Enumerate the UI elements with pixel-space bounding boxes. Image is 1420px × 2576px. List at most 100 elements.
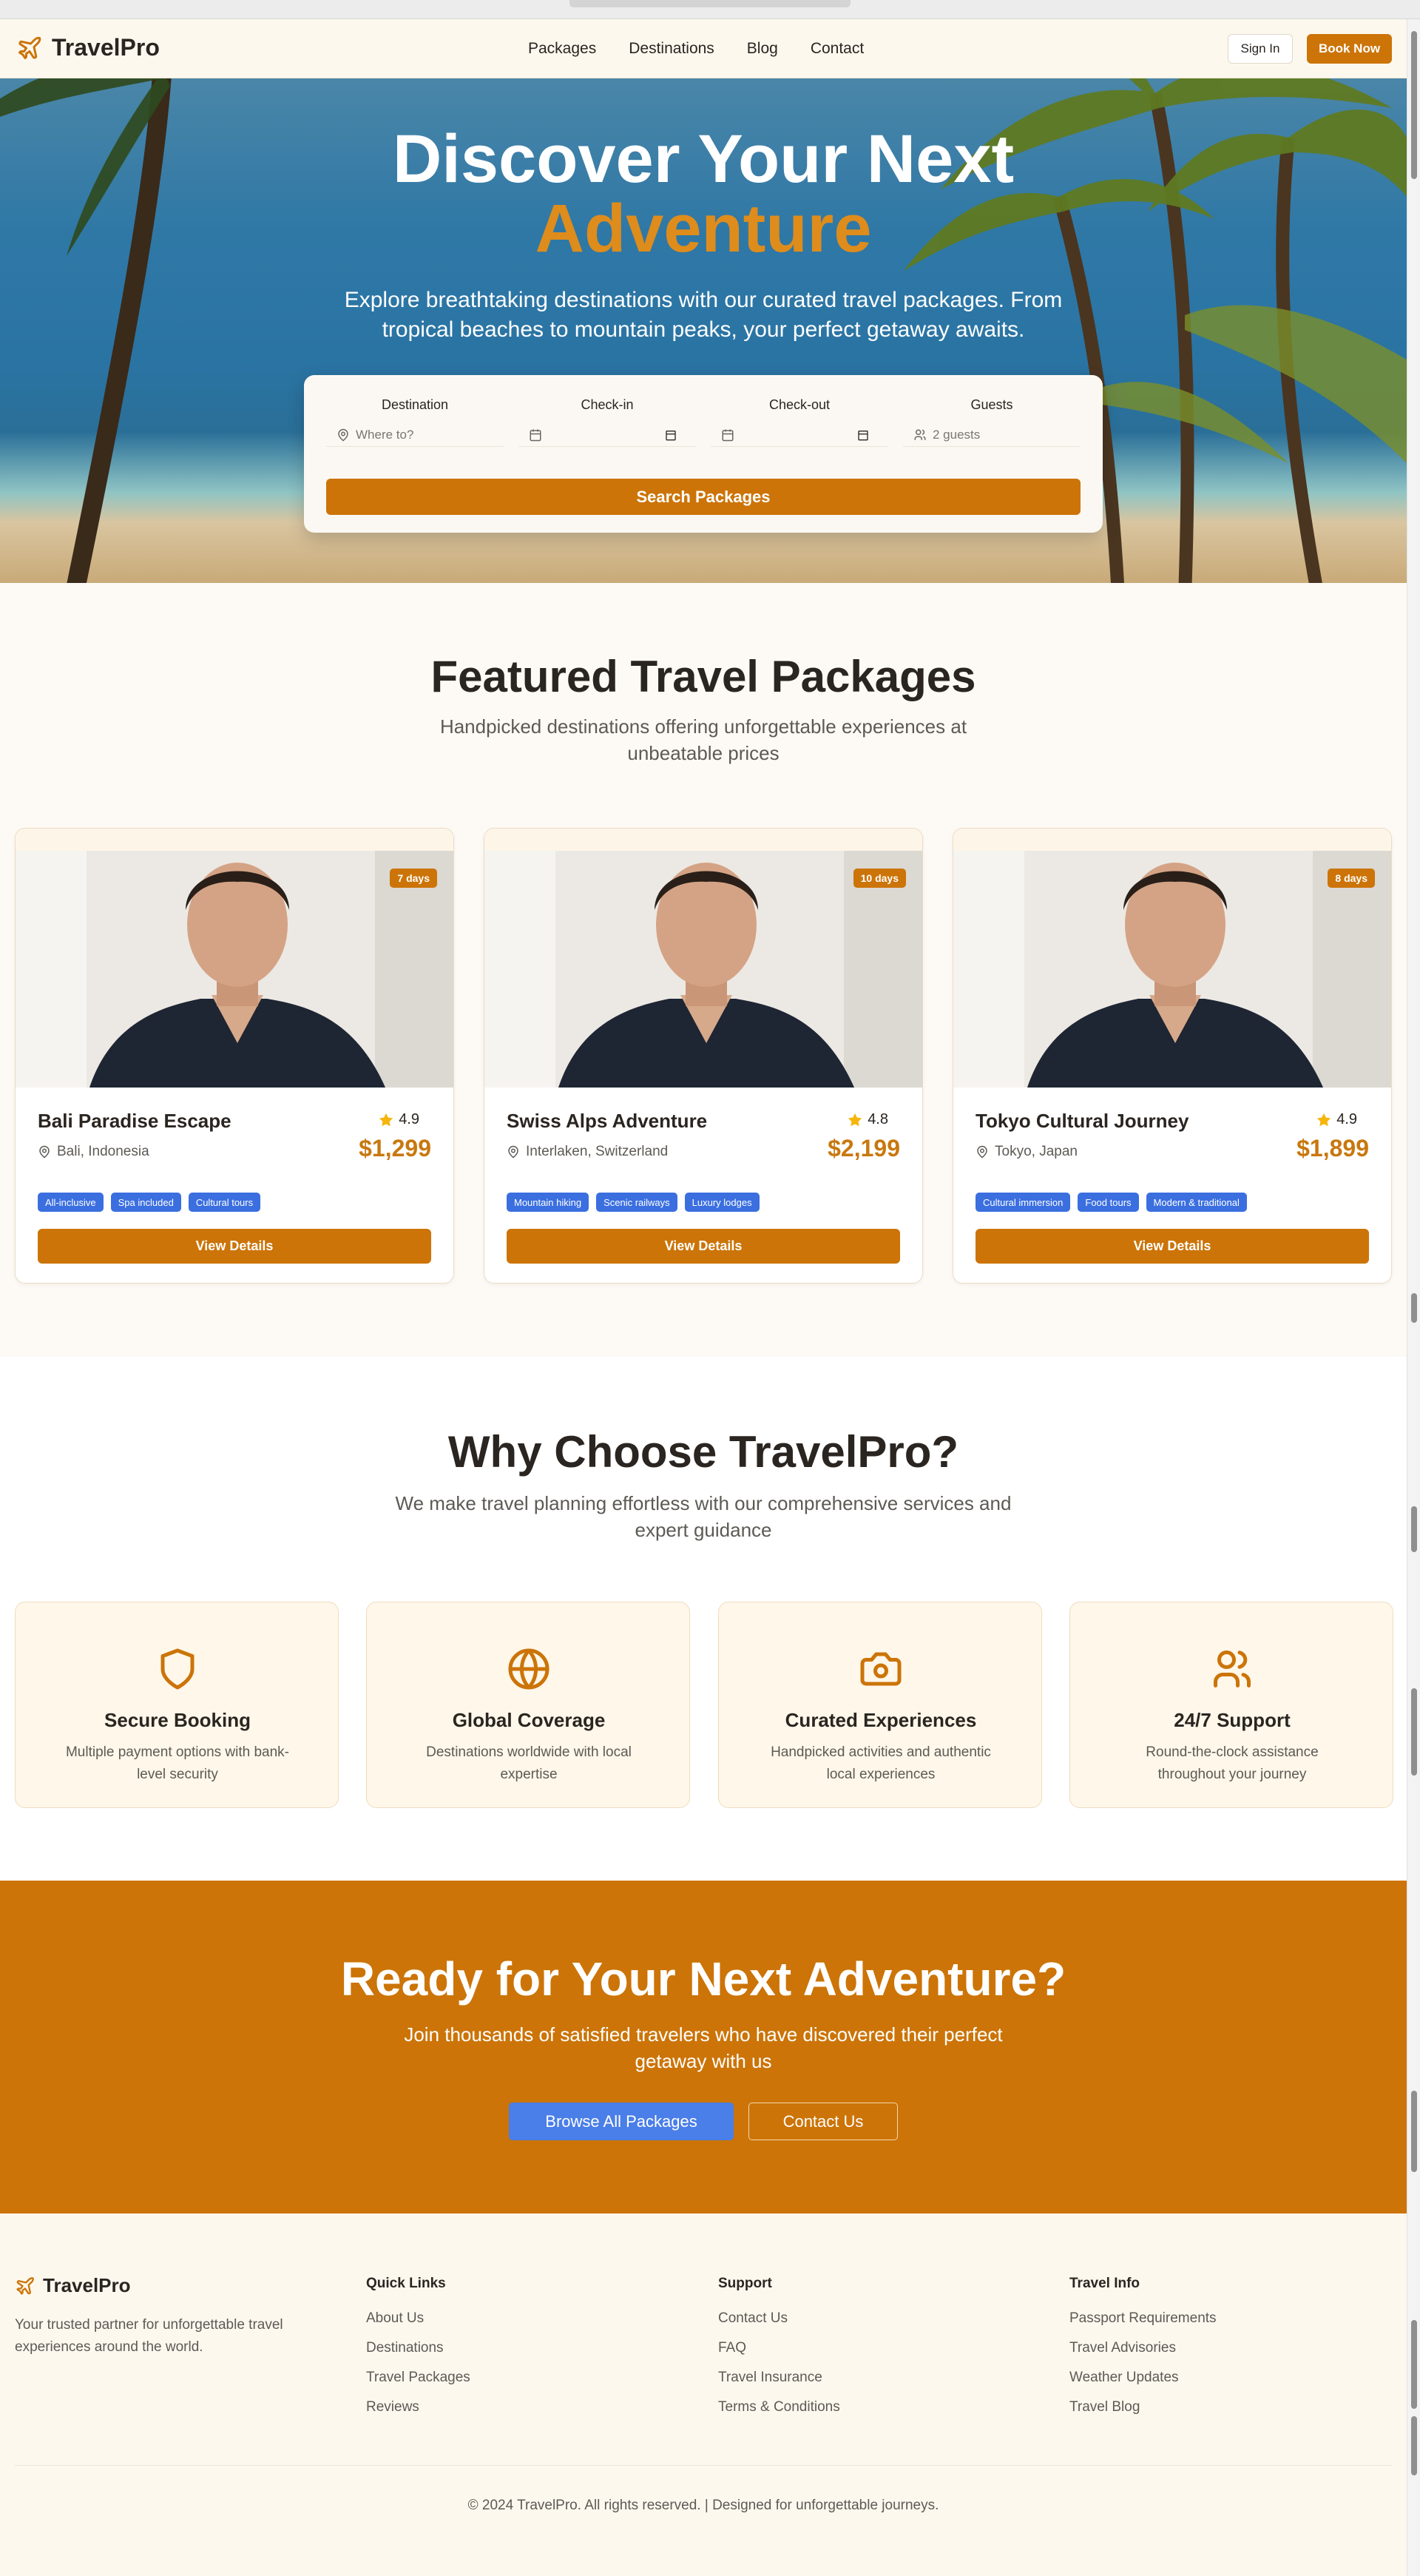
why-subtitle: We make travel planning effortless with … — [395, 1492, 1012, 1541]
location-text: Bali, Indonesia — [57, 1144, 149, 1159]
package-price: $2,199 — [828, 1135, 900, 1161]
footer-link[interactable]: Travel Insurance — [718, 2369, 840, 2387]
package-title: Bali Paradise Escape — [38, 1110, 231, 1132]
footer-link[interactable]: Passport Requirements — [1069, 2310, 1217, 2327]
footer-link[interactable]: About Us — [366, 2310, 470, 2327]
feature-card: Curated Experiences Handpicked activitie… — [718, 1602, 1042, 1808]
book-now-button[interactable]: Book Now — [1307, 34, 1392, 64]
footer-column-support: Support Contact Us FAQ Travel Insurance … — [718, 2276, 840, 2428]
feature-desc: Destinations worldwide with local expert… — [426, 1744, 632, 1782]
package-title: Swiss Alps Adventure — [507, 1110, 708, 1132]
cta-section: Ready for Your Next Adventure? Join thou… — [0, 1881, 1407, 2213]
scrollbar[interactable] — [1407, 19, 1420, 2576]
package-price: $1,899 — [1296, 1135, 1369, 1161]
footer-link[interactable]: Terms & Conditions — [718, 2398, 840, 2416]
feature-desc: Handpicked activities and authentic loca… — [771, 1744, 991, 1782]
tag: Cultural immersion — [976, 1193, 1071, 1212]
footer-column-quick-links: Quick Links About Us Destinations Travel… — [366, 2276, 470, 2428]
star-icon — [1317, 1113, 1331, 1126]
guests-label: Guests — [970, 397, 1013, 412]
view-details-button[interactable]: View Details — [976, 1229, 1369, 1264]
nav-link-packages[interactable]: Packages — [528, 37, 596, 61]
duration-badge: 10 days — [853, 869, 906, 888]
package-tags: Mountain hiking Scenic railways Luxury l… — [507, 1193, 760, 1212]
globe-icon — [508, 1648, 550, 1690]
search-form: Destination Where to? Check-in Check-out… — [304, 375, 1103, 533]
footer-brand-name: TravelPro — [43, 2274, 131, 2296]
location-text: Interlaken, Switzerland — [526, 1144, 669, 1159]
package-card: 10 days Swiss Alps Adventure 4.8 Interla… — [484, 828, 923, 1284]
featured-title: Featured Travel Packages — [430, 652, 976, 701]
view-details-button[interactable]: View Details — [38, 1229, 431, 1264]
tag: Mountain hiking — [507, 1193, 589, 1212]
browse-packages-button[interactable]: Browse All Packages — [509, 2103, 734, 2140]
hero-title-accent: Adventure — [535, 191, 872, 266]
footer-column-travel-info: Travel Info Passport Requirements Travel… — [1069, 2276, 1217, 2428]
footer-link[interactable]: Destinations — [366, 2339, 470, 2357]
checkin-date-input[interactable] — [518, 423, 696, 447]
nav-link-destinations[interactable]: Destinations — [629, 37, 714, 61]
footer-link[interactable]: Travel Blog — [1069, 2398, 1217, 2416]
calendar-icon — [722, 429, 734, 441]
plane-icon — [18, 36, 41, 59]
search-packages-button[interactable]: Search Packages — [326, 479, 1081, 515]
feature-desc: Round-the-clock assistance throughout yo… — [1146, 1744, 1319, 1782]
tag: Scenic railways — [596, 1193, 677, 1212]
portrait-illustration — [16, 851, 453, 1088]
card-top-band — [953, 829, 1391, 851]
view-details-button[interactable]: View Details — [507, 1229, 900, 1264]
nav-link-contact[interactable]: Contact — [811, 37, 864, 61]
rating: 4.8 — [847, 1111, 888, 1128]
date-picker-icon[interactable] — [857, 429, 869, 441]
package-location: Interlaken, Switzerland — [507, 1144, 668, 1160]
scrollbar-thumb[interactable] — [1411, 31, 1417, 179]
rating-value: 4.8 — [868, 1111, 888, 1127]
footer-link[interactable]: Travel Advisories — [1069, 2339, 1217, 2357]
destination-field: Destination Where to? — [326, 397, 504, 447]
nav-link-blog[interactable]: Blog — [747, 37, 778, 61]
footer-link[interactable]: Contact Us — [718, 2310, 840, 2327]
top-nav: TravelPro Packages Destinations Blog Con… — [0, 19, 1407, 78]
footer-link[interactable]: Weather Updates — [1069, 2369, 1217, 2387]
package-location: Bali, Indonesia — [38, 1144, 149, 1160]
package-image — [953, 851, 1391, 1088]
guests-input[interactable]: 2 guests — [903, 423, 1081, 447]
nav-links: Packages Destinations Blog Contact — [528, 37, 864, 61]
tag: Food tours — [1078, 1193, 1139, 1212]
package-card: 8 days Tokyo Cultural Journey 4.9 Tokyo,… — [953, 828, 1392, 1284]
footer-link[interactable]: Reviews — [366, 2398, 470, 2416]
footer-link[interactable]: Travel Packages — [366, 2369, 470, 2387]
scrollbar-marker — [1411, 2091, 1417, 2172]
calendar-icon — [530, 429, 541, 441]
footer-link[interactable]: FAQ — [718, 2339, 840, 2357]
footer-logo[interactable]: TravelPro — [15, 2274, 131, 2297]
tag: Cultural tours — [188, 1193, 261, 1212]
footer: TravelPro Your trusted partner for unfor… — [0, 2213, 1407, 2576]
duration-badge: 7 days — [390, 869, 437, 888]
feature-title: Curated Experiences — [785, 1709, 977, 1731]
brand-logo[interactable]: TravelPro — [16, 34, 160, 61]
users-icon — [914, 429, 926, 440]
sign-in-button[interactable]: Sign In — [1228, 34, 1293, 64]
package-location: Tokyo, Japan — [976, 1144, 1078, 1160]
feature-desc: Multiple payment options with bank-level… — [65, 1744, 290, 1782]
rating: 4.9 — [1316, 1111, 1357, 1128]
footer-column-title: Support — [718, 2276, 772, 2291]
cta-subtitle: Join thousands of satisfied travelers wh… — [404, 2023, 1003, 2072]
scrollbar-marker — [1411, 1688, 1417, 1776]
checkout-field: Check-out — [711, 397, 888, 447]
contact-us-button[interactable]: Contact Us — [748, 2103, 898, 2140]
feature-card: Global Coverage Destinations worldwide w… — [366, 1602, 690, 1808]
guests-field: Guests 2 guests — [903, 397, 1081, 447]
brand-name: TravelPro — [52, 34, 160, 61]
rating-value: 4.9 — [1336, 1111, 1357, 1127]
feature-card: Secure Booking Multiple payment options … — [15, 1602, 339, 1808]
destination-input[interactable]: Where to? — [326, 423, 504, 447]
featured-subtitle: Handpicked destinations offering unforge… — [439, 715, 967, 764]
feature-title: Secure Booking — [104, 1709, 251, 1731]
date-picker-icon[interactable] — [665, 429, 677, 441]
package-title: Tokyo Cultural Journey — [976, 1110, 1189, 1132]
checkout-date-input[interactable] — [711, 423, 888, 447]
address-bar[interactable] — [569, 0, 851, 7]
copyright: © 2024 TravelPro. All rights reserved. |… — [467, 2498, 939, 2513]
